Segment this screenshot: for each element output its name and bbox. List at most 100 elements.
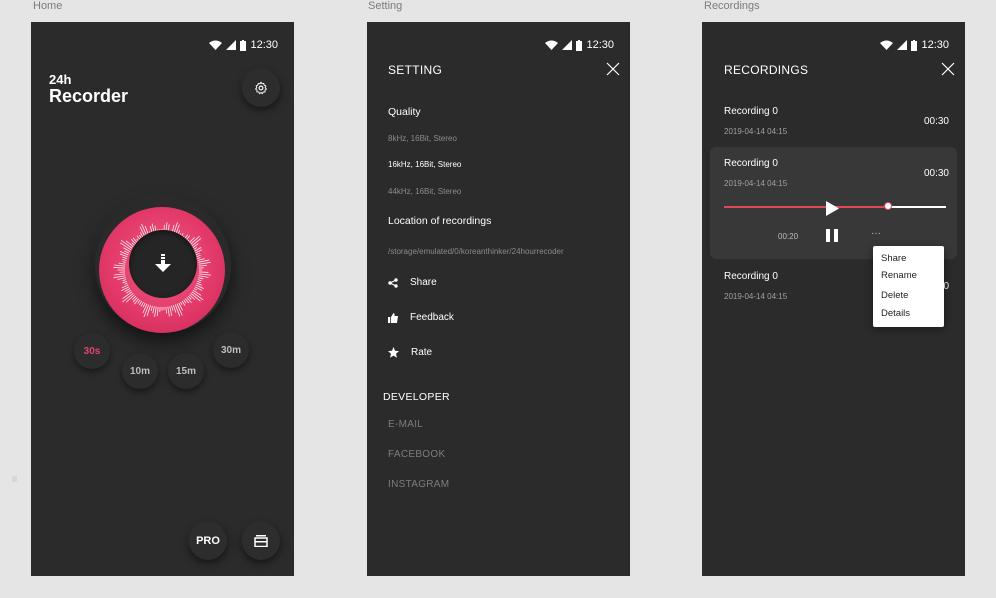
wifi-icon <box>545 40 559 50</box>
close-icon[interactable] <box>941 62 955 76</box>
feedback-label: Feedback <box>410 312 454 323</box>
waveform-bar <box>154 306 157 318</box>
waveform-bar <box>198 261 211 265</box>
menu-item-details[interactable]: Details <box>881 308 910 319</box>
waveform-bar <box>150 305 153 312</box>
quality-option-16khz[interactable]: 16kHz, 16Bit, Stereo <box>388 160 461 169</box>
home-screen: 12:30 24h Recorder 30s 10m 15m 30m PRO <box>31 22 294 576</box>
chip-30m[interactable]: 30m <box>213 332 249 368</box>
recordings-button[interactable] <box>242 522 280 560</box>
recording-date: 2019-04-14 04:15 <box>724 179 788 188</box>
waveform-bar <box>167 306 170 317</box>
elapsed-time: 00:20 <box>778 232 799 241</box>
instagram-link[interactable]: INSTAGRAM <box>388 479 449 490</box>
status-bar: 12:30 <box>880 38 949 52</box>
waveform-bar <box>197 258 205 261</box>
recording-duration: 00:30 <box>923 116 949 127</box>
waveform-bar <box>198 273 211 276</box>
menu-item-delete[interactable]: Delete <box>881 290 908 301</box>
canvas-marker <box>12 476 17 482</box>
waveform-bar <box>117 277 126 280</box>
waveform-bar <box>180 301 183 305</box>
menu-item-share[interactable]: Share <box>881 253 906 264</box>
waveform-bar <box>197 279 202 282</box>
quality-label: Quality <box>388 106 421 118</box>
wifi-icon <box>209 40 223 50</box>
pro-button[interactable]: PRO <box>189 522 227 560</box>
chip-15m[interactable]: 15m <box>168 353 204 389</box>
signal-icon <box>897 40 908 50</box>
app-title: Recorder <box>49 86 129 106</box>
waveform-bar <box>122 258 127 261</box>
signal-icon <box>226 40 237 50</box>
settings-button[interactable] <box>242 69 280 107</box>
waveform-bar <box>118 262 126 265</box>
close-icon[interactable] <box>606 62 620 76</box>
menu-item-rename[interactable]: Rename <box>881 270 917 281</box>
frame-label-recordings: Recordings <box>704 0 760 12</box>
feedback-row[interactable]: Feedback <box>388 312 454 323</box>
waveform-bar <box>113 275 126 279</box>
waveform-bar <box>114 273 126 276</box>
play-icon[interactable] <box>825 201 839 216</box>
waveform-bar <box>197 281 201 283</box>
waveform-bar <box>138 300 143 306</box>
waveform-bar <box>142 302 146 308</box>
waveform-bar <box>140 301 144 307</box>
waveform-bar <box>124 250 130 254</box>
app-title-small: 24h <box>49 72 72 87</box>
quality-option-8khz[interactable]: 8kHz, 16Bit, Stereo <box>388 134 457 143</box>
recording-date: 2019-04-14 04:15 <box>724 127 788 136</box>
settings-title: SETTING <box>388 63 443 77</box>
recording-duration: 0 <box>943 281 949 292</box>
location-path[interactable]: /storage/emulated/0/koreanthinker/24hour… <box>388 247 564 256</box>
record-button[interactable] <box>129 230 197 298</box>
waveform-bar <box>124 282 128 285</box>
waveform-bar <box>169 306 173 316</box>
signal-icon <box>562 40 573 50</box>
rate-row[interactable]: Rate <box>388 347 432 358</box>
share-icon <box>388 277 398 288</box>
share-label: Share <box>410 277 437 288</box>
waveform-bar <box>195 252 200 256</box>
waveform-bar <box>152 306 155 314</box>
chip-10m[interactable]: 10m <box>122 353 158 389</box>
waveform-bar <box>197 257 201 259</box>
settings-screen: 12:30 SETTING Quality 8kHz, 16Bit, Stere… <box>367 22 630 576</box>
battery-icon <box>911 39 918 51</box>
rate-label: Rate <box>411 347 433 358</box>
waveform-bar <box>198 264 207 267</box>
status-time: 12:30 <box>586 39 614 51</box>
quality-option-44khz[interactable]: 44kHz, 16Bit, Stereo <box>388 187 461 196</box>
more-options-button[interactable]: ··· <box>871 228 881 239</box>
recordings-screen: 12:30 RECORDINGS Recording 0 2019-04-14 … <box>702 22 965 576</box>
gear-icon <box>255 81 267 95</box>
waveform-bar <box>122 261 126 263</box>
waveform-bar <box>187 295 192 300</box>
waveform-bar <box>183 299 187 304</box>
frame-label-setting: Setting <box>368 0 403 12</box>
waveform-bar <box>122 256 127 259</box>
email-link[interactable]: E-MAIL <box>388 419 423 430</box>
waveform-bar <box>198 259 210 263</box>
recording-name: Recording 0 <box>724 158 778 169</box>
waveform-bar <box>193 288 197 291</box>
waveform-bar <box>198 275 209 278</box>
waveform-bar <box>173 305 177 313</box>
recording-name: Recording 0 <box>724 271 778 282</box>
stack-icon <box>254 535 268 547</box>
waveform-bar <box>143 304 150 318</box>
waveform-bar <box>137 299 141 304</box>
developer-title: DEVELOPER <box>383 391 450 403</box>
status-bar: 12:30 <box>209 38 278 52</box>
pause-icon[interactable] <box>826 229 838 242</box>
waveform-bar <box>176 303 183 316</box>
facebook-link[interactable]: FACEBOOK <box>388 449 445 460</box>
thumbs-up-icon <box>388 312 398 323</box>
star-icon <box>388 347 399 358</box>
chip-30s[interactable]: 30s <box>74 333 110 369</box>
waveform-bar <box>171 305 174 311</box>
share-row[interactable]: Share <box>388 277 437 288</box>
status-bar: 12:30 <box>545 38 614 52</box>
waveform-bar <box>156 306 159 317</box>
